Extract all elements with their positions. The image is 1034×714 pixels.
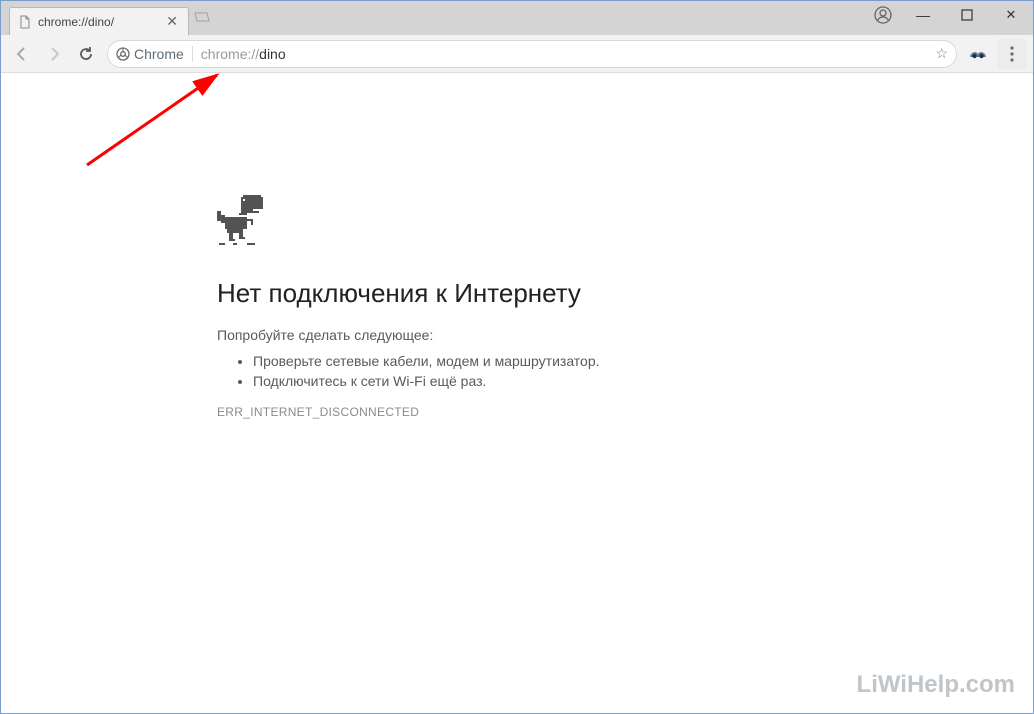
forward-button[interactable]: [39, 39, 69, 69]
profile-icon[interactable]: [865, 6, 901, 24]
dino-icon[interactable]: [217, 195, 265, 246]
chrome-logo-icon: [116, 47, 130, 61]
error-suggestion-item: Проверьте сетевые кабели, модем и маршру…: [253, 353, 817, 369]
error-subtitle: Попробуйте сделать следующее:: [217, 327, 817, 343]
error-code: ERR_INTERNET_DISCONNECTED: [217, 405, 817, 419]
address-bar[interactable]: Chrome chrome://dino ☆: [107, 40, 957, 68]
new-tab-button[interactable]: [193, 7, 211, 30]
offline-error-block: Нет подключения к Интернету Попробуйте с…: [217, 195, 817, 419]
tab-close-button[interactable]: ✕: [164, 13, 180, 30]
reload-button[interactable]: [71, 39, 101, 69]
error-title: Нет подключения к Интернету: [217, 278, 817, 309]
titlebar: chrome://dino/ ✕ — ✕: [1, 1, 1033, 35]
close-window-button[interactable]: ✕: [989, 1, 1033, 29]
extension-icon[interactable]: [963, 39, 993, 69]
toolbar: Chrome chrome://dino ☆: [1, 35, 1033, 73]
origin-label: Chrome: [134, 46, 184, 62]
tab-title: chrome://dino/: [38, 15, 114, 29]
error-suggestions: Проверьте сетевые кабели, модем и маршру…: [217, 353, 817, 389]
maximize-button[interactable]: [945, 1, 989, 29]
menu-button[interactable]: [997, 39, 1027, 69]
bookmark-star-icon[interactable]: ☆: [935, 45, 948, 62]
browser-tab[interactable]: chrome://dino/ ✕: [9, 7, 189, 35]
url-text: chrome://dino: [201, 46, 286, 62]
url-path: dino: [259, 46, 285, 62]
back-button[interactable]: [7, 39, 37, 69]
page-content: Нет подключения к Интернету Попробуйте с…: [1, 73, 1033, 713]
watermark: LiWiHelp.com: [857, 671, 1015, 699]
minimize-button[interactable]: —: [901, 1, 945, 29]
window-controls: — ✕: [865, 1, 1033, 29]
file-icon: [18, 15, 32, 29]
origin-chip: Chrome: [116, 46, 193, 62]
error-suggestion-item: Подключитесь к сети Wi-Fi ещё раз.: [253, 373, 817, 389]
url-scheme: chrome://: [201, 46, 259, 62]
